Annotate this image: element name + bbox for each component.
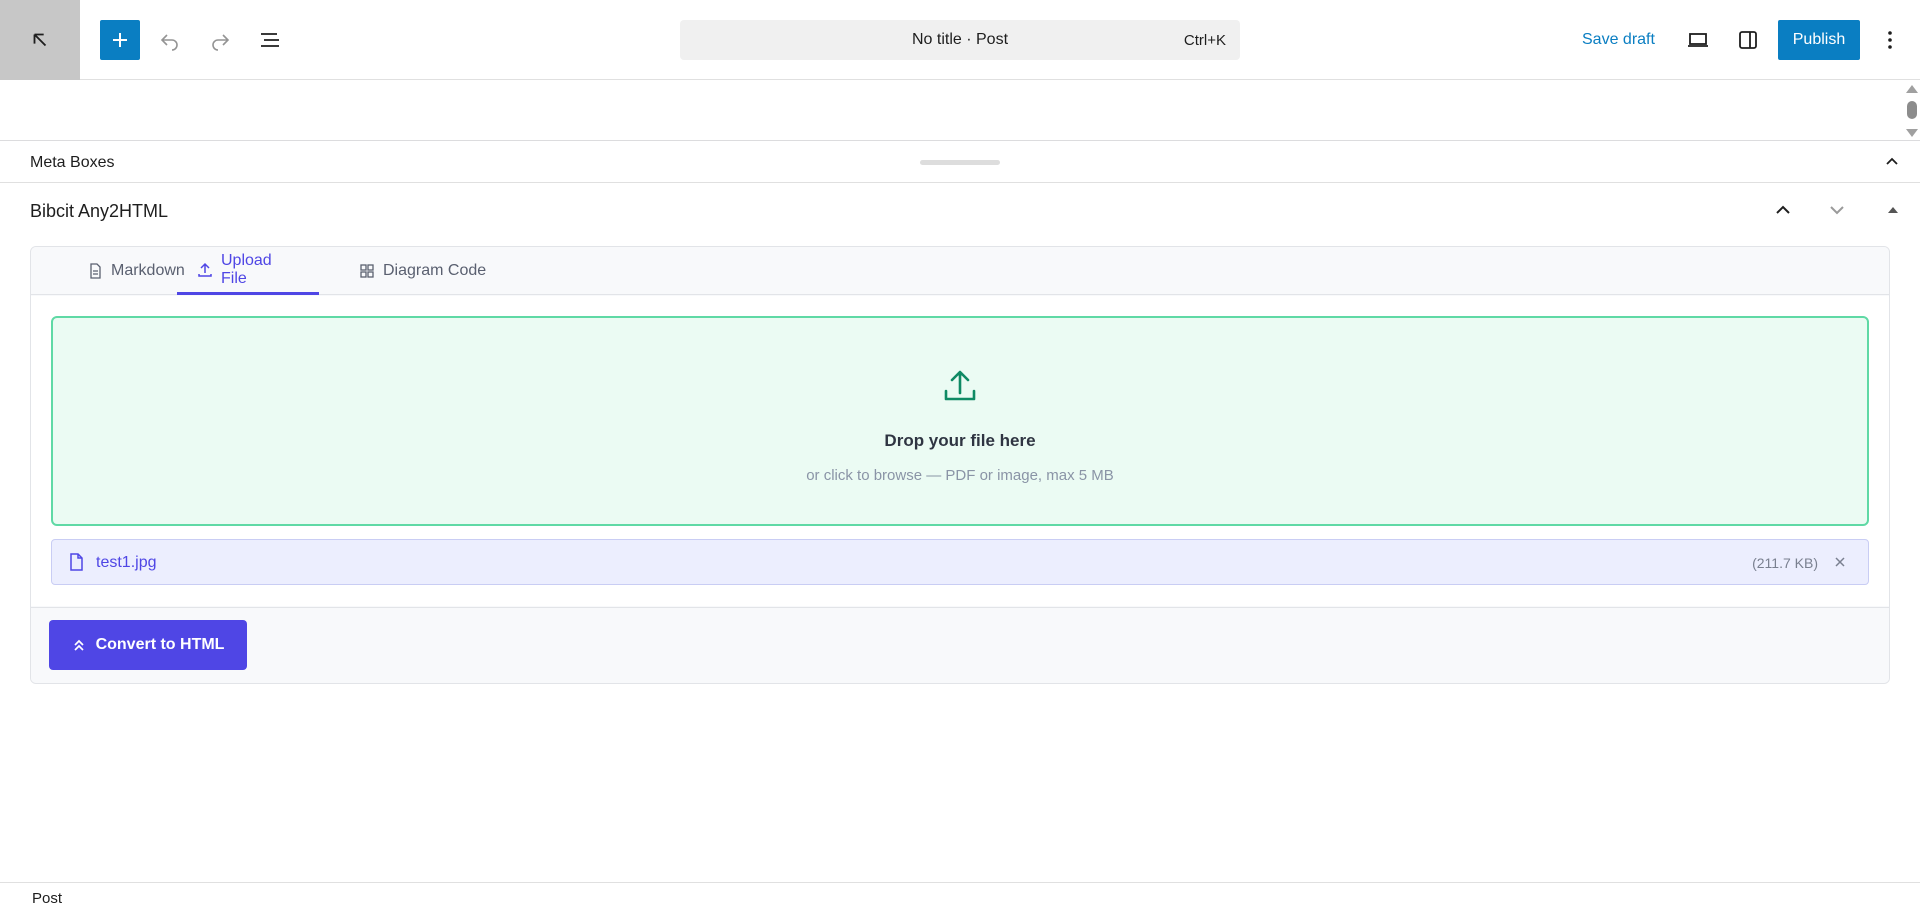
tab-diagram-code[interactable]: Diagram Code	[339, 247, 506, 295]
upload-panel: Drop your file here or click to browse —…	[31, 296, 1889, 606]
triangle-up-icon	[1888, 207, 1898, 213]
document-title: No title · Post	[911, 31, 1009, 48]
undo-button[interactable]	[150, 20, 190, 60]
grid-icon	[360, 264, 374, 278]
more-options-icon	[1888, 31, 1892, 49]
double-chevron-up-icon	[73, 639, 84, 651]
close-icon	[1835, 557, 1845, 567]
preview-icon	[1688, 33, 1708, 47]
any2html-card: Markdown Upload File Diagram Code Drop y…	[30, 246, 1890, 684]
command-palette-button[interactable]: No title · Post Ctrl+K	[680, 20, 1240, 60]
list-view-icon	[261, 33, 279, 47]
upload-icon	[944, 370, 976, 401]
more-options-button[interactable]	[1870, 20, 1910, 60]
dropzone-title: Drop your file here	[884, 431, 1036, 450]
document-icon	[90, 263, 101, 279]
tab-label: Upload File	[221, 251, 272, 287]
undo-icon	[160, 34, 178, 51]
tab-label: Diagram Code	[383, 262, 487, 279]
save-draft-button[interactable]: Save draft	[1570, 20, 1667, 60]
editor-footer: Post	[0, 882, 1920, 912]
editor-canvas[interactable]	[0, 81, 1920, 141]
redo-button[interactable]	[200, 20, 240, 60]
panel-title: Bibcit Any2HTML	[30, 201, 169, 221]
preview-button[interactable]	[1678, 20, 1718, 60]
meta-boxes-header[interactable]: Meta Boxes	[0, 142, 1920, 183]
toggle-panel-button[interactable]	[1879, 196, 1907, 224]
settings-sidebar-icon	[1739, 31, 1757, 49]
scroll-down-icon[interactable]	[1906, 129, 1918, 137]
any2html-panel-header: Bibcit Any2HTML	[0, 184, 1920, 236]
redo-icon	[212, 34, 230, 51]
tab-upload-file[interactable]: Upload File	[177, 247, 319, 295]
wordpress-back-button[interactable]	[0, 0, 80, 80]
settings-sidebar-button[interactable]	[1728, 20, 1768, 60]
meta-boxes-collapse-button[interactable]	[1880, 150, 1904, 174]
file-size: (211.7 KB)	[1752, 555, 1818, 571]
card-footer: Convert to HTML	[31, 607, 1889, 683]
move-up-button[interactable]	[1769, 196, 1797, 224]
breadcrumb[interactable]: Post	[32, 890, 62, 907]
chevron-up-icon	[1886, 157, 1898, 165]
move-down-button[interactable]	[1823, 196, 1851, 224]
meta-boxes-title: Meta Boxes	[30, 154, 115, 171]
selected-file: test1.jpg (211.7 KB)	[51, 539, 1869, 585]
arrow-up-left-icon	[33, 33, 47, 47]
keyboard-shortcut: Ctrl+K	[1183, 32, 1226, 49]
plus-icon	[113, 33, 127, 47]
document-overview-button[interactable]	[250, 20, 290, 60]
chevron-down-icon	[1830, 206, 1844, 215]
upload-icon	[198, 262, 212, 277]
editor-header: No title · Post Ctrl+K Save draft Publis…	[0, 0, 1920, 80]
file-dropzone[interactable]: Drop your file here or click to browse —…	[51, 316, 1869, 526]
dropzone-subtitle: or click to browse — PDF or image, max 5…	[806, 467, 1114, 484]
chevron-up-icon	[1776, 205, 1790, 214]
add-block-button[interactable]	[100, 20, 140, 60]
remove-file-button[interactable]	[1830, 552, 1850, 572]
file-name: test1.jpg	[96, 554, 157, 571]
publish-button[interactable]: Publish	[1778, 20, 1860, 60]
file-icon	[70, 553, 83, 571]
tab-label: Markdown	[111, 262, 185, 279]
scrollbar[interactable]	[1902, 81, 1920, 141]
convert-to-html-button[interactable]: Convert to HTML	[49, 620, 247, 670]
convert-label: Convert to HTML	[95, 636, 225, 653]
tab-bar: Markdown Upload File Diagram Code	[31, 247, 1889, 295]
resize-handle[interactable]	[920, 160, 1000, 165]
scroll-thumb[interactable]	[1907, 101, 1917, 119]
scroll-up-icon[interactable]	[1906, 85, 1918, 93]
